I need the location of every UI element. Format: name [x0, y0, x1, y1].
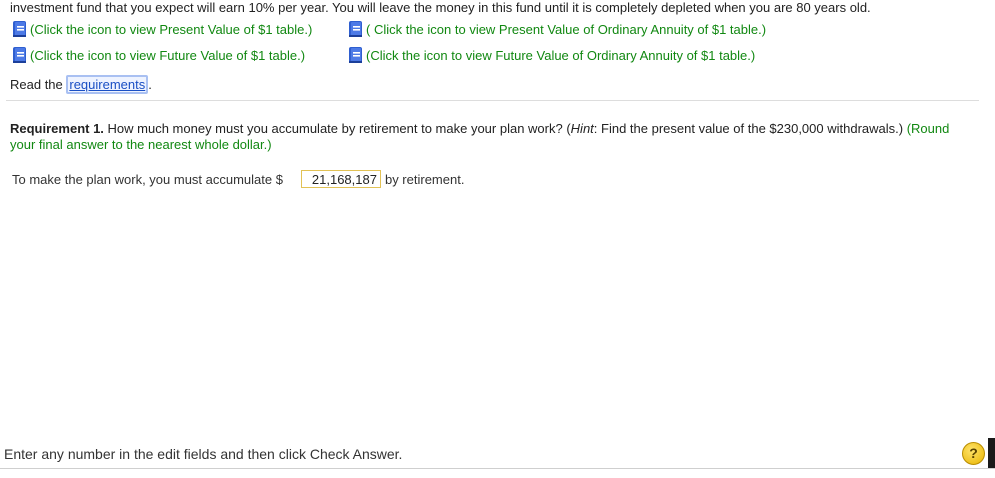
- book-icon: [13, 21, 26, 37]
- answer-prefix: To make the plan work, you must accumula…: [12, 171, 283, 187]
- fv-table-link[interactable]: (Click the icon to view Future Value of …: [12, 46, 305, 64]
- pv-table-label: (Click the icon to view Present Value of…: [30, 21, 313, 37]
- book-icon: [13, 47, 26, 63]
- accumulate-amount-field[interactable]: 21,168,187: [300, 170, 381, 188]
- intro-text: investment fund that you expect will ear…: [10, 0, 871, 15]
- read-requirements-line: Read the requirements.: [10, 75, 152, 94]
- hint-text: : Find the present value of the $230,000…: [593, 121, 907, 136]
- read-suffix: .: [148, 77, 152, 92]
- book-icon: [349, 47, 362, 63]
- bottom-bar: Enter any number in the edit fields and …: [0, 438, 995, 469]
- fvoa-table-link[interactable]: (Click the icon to view Future Value of …: [348, 46, 755, 64]
- pv-table-link[interactable]: (Click the icon to view Present Value of…: [12, 20, 312, 38]
- section-divider: [6, 100, 979, 101]
- requirement-1: Requirement 1. How much money must you a…: [10, 121, 970, 153]
- read-prefix: Read the: [10, 77, 67, 92]
- fvoa-table-label: (Click the icon to view Future Value of …: [366, 47, 756, 63]
- book-icon: [349, 21, 362, 37]
- answer-suffix: by retirement.: [384, 171, 465, 187]
- help-icon[interactable]: ?: [962, 442, 985, 465]
- answer-line: To make the plan work, you must accumula…: [12, 170, 464, 188]
- requirements-link[interactable]: requirements: [66, 75, 149, 94]
- page: investment fund that you expect will ear…: [0, 0, 995, 478]
- instruction-text: Enter any number in the edit fields and …: [4, 446, 403, 462]
- requirement-label: Requirement 1.: [10, 121, 104, 136]
- hint-label: Hint: [570, 121, 594, 136]
- requirement-question: How much money must you accumulate by re…: [103, 121, 571, 136]
- pvoa-table-label: ( Click the icon to view Present Value o…: [366, 21, 767, 37]
- right-edge-strip: [988, 438, 995, 468]
- fv-table-label: (Click the icon to view Future Value of …: [30, 47, 306, 63]
- pvoa-table-link[interactable]: ( Click the icon to view Present Value o…: [348, 20, 766, 38]
